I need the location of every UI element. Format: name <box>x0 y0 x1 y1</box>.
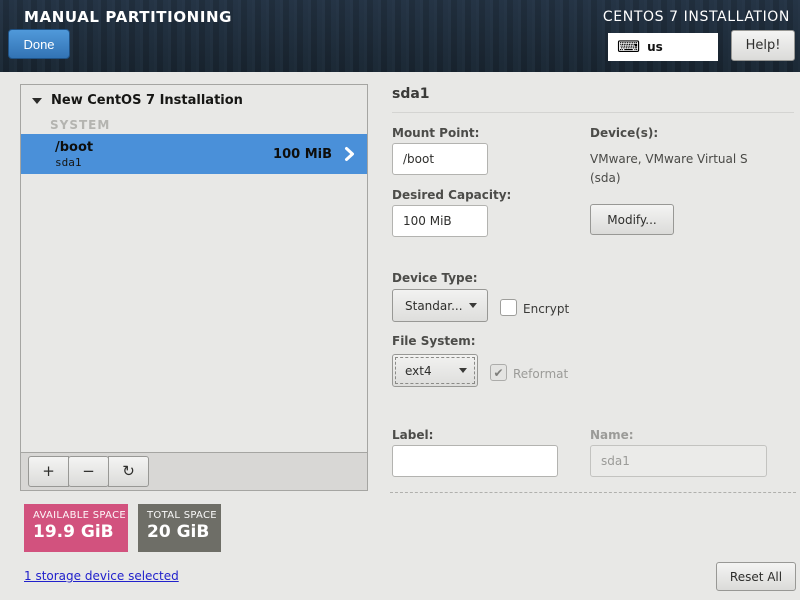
mount-point-input[interactable] <box>392 143 488 175</box>
available-space-badge: AVAILABLE SPACE 19.9 GiB <box>24 504 128 552</box>
chevron-right-icon <box>344 146 355 162</box>
chevron-down-icon <box>459 368 467 373</box>
partition-toolbar: + − ↻ <box>21 452 367 490</box>
dashed-separator <box>390 492 796 493</box>
name-input <box>590 445 767 477</box>
details-separator <box>392 112 794 113</box>
encrypt-checkbox[interactable] <box>500 299 517 316</box>
partition-mount-point: /boot <box>55 139 94 155</box>
total-space-badge: TOTAL SPACE 20 GiB <box>138 504 221 552</box>
total-space-label: TOTAL SPACE <box>147 510 217 521</box>
encrypt-label: Encrypt <box>523 302 570 316</box>
desired-capacity-label: Desired Capacity: <box>392 188 512 202</box>
devices-label: Device(s): <box>590 126 659 140</box>
modify-button[interactable]: Modify... <box>590 204 674 235</box>
storage-device-link[interactable]: 1 storage device selected <box>24 569 179 583</box>
reset-all-button[interactable]: Reset All <box>716 562 796 591</box>
top-bar: MANUAL PARTITIONING Done CENTOS 7 INSTAL… <box>0 0 800 72</box>
total-space-value: 20 GiB <box>147 522 210 542</box>
group-header-system: SYSTEM <box>50 118 111 132</box>
reformat-checkbox: ✔ <box>490 364 507 381</box>
partition-details-pane: sda1 Mount Point: Desired Capacity: Devi… <box>392 84 796 494</box>
device-type-label: Device Type: <box>392 271 478 285</box>
checkmark-icon: ✔ <box>493 365 504 380</box>
installation-root-expander[interactable]: New CentOS 7 Installation <box>21 85 367 111</box>
mount-point-label: Mount Point: <box>392 126 480 140</box>
installation-root-label: New CentOS 7 Installation <box>51 92 243 108</box>
keyboard-layout-indicator[interactable]: ⌨ us <box>608 33 718 61</box>
available-space-label: AVAILABLE SPACE <box>33 510 126 521</box>
desired-capacity-input[interactable] <box>392 205 488 237</box>
device-type-value: Standar... <box>405 298 463 313</box>
reload-button[interactable]: ↻ <box>108 456 149 487</box>
file-system-label: File System: <box>392 334 476 348</box>
page-title: MANUAL PARTITIONING <box>24 8 233 26</box>
device-type-dropdown[interactable]: Standar... <box>392 289 488 322</box>
available-space-value: 19.9 GiB <box>33 522 114 542</box>
partition-list-panel: New CentOS 7 Installation SYSTEM /boot s… <box>20 84 368 491</box>
chevron-down-icon <box>469 303 477 308</box>
label-input[interactable] <box>392 445 558 477</box>
add-partition-button[interactable]: + <box>28 456 69 487</box>
details-title: sda1 <box>392 86 430 102</box>
label-label: Label: <box>392 428 434 442</box>
name-label: Name: <box>590 428 634 442</box>
file-system-value: ext4 <box>405 363 432 378</box>
triangle-down-icon <box>32 98 42 104</box>
remove-partition-button[interactable]: − <box>68 456 109 487</box>
devices-value: VMware, VMware Virtual S (sda) <box>590 152 748 185</box>
partition-row-boot[interactable]: /boot sda1 100 MiB <box>21 134 367 174</box>
keyboard-layout-label: us <box>647 40 663 54</box>
partition-size: 100 MiB <box>273 146 332 162</box>
keyboard-icon: ⌨ <box>617 37 641 56</box>
done-button[interactable]: Done <box>8 29 70 59</box>
partition-row-text: /boot sda1 <box>55 139 93 170</box>
reformat-label: Reformat <box>513 367 569 381</box>
manual-partitioning-screen: MANUAL PARTITIONING Done CENTOS 7 INSTAL… <box>0 0 800 600</box>
product-title: CENTOS 7 INSTALLATION <box>602 9 790 25</box>
help-button[interactable]: Help! <box>731 30 795 61</box>
partition-device-name: sda1 <box>55 155 82 169</box>
file-system-dropdown[interactable]: ext4 <box>392 354 478 387</box>
